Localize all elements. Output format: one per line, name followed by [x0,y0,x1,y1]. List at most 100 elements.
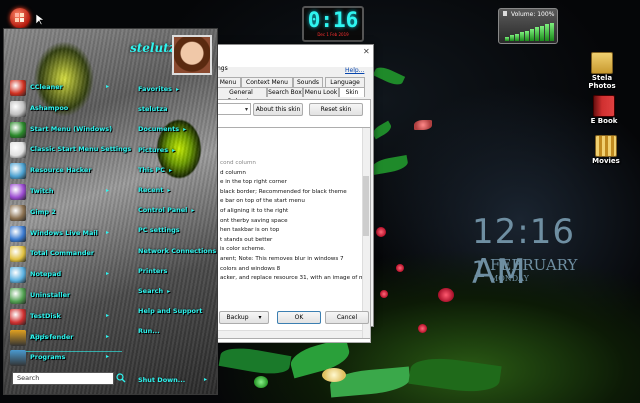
right-column-item[interactable]: Favorites ▸ [138,85,179,93]
decorative-flower [254,376,268,388]
volume-bar [510,35,514,41]
tab-context-menu[interactable]: Context Menu [241,77,293,87]
tab-language[interactable]: Language [325,77,365,87]
tab-search-box[interactable]: Search Box [267,87,303,97]
right-column-item[interactable]: Documents ▸ [138,125,186,133]
volume-bar [520,32,524,41]
pinned-item[interactable]: Notepad ▸ [10,266,125,284]
chevron-right-icon: ▸ [172,146,176,154]
menu-item-apps[interactable]: Apps ▸ [10,329,125,347]
pinned-item[interactable]: Classic Start Menu Settings [10,141,131,159]
about-skin-button[interactable]: About this skin [253,103,303,116]
decorative-flower [438,288,454,302]
skin-option-item[interactable]: d column [220,170,246,176]
pinned-item[interactable]: Gimp 2 [10,204,125,222]
desktop-icon-movies[interactable]: Movies [586,135,626,165]
pinned-item[interactable]: Uninstaller [10,287,125,305]
skin-option-item[interactable]: ont therby saving space [220,218,288,224]
skin-option-item[interactable]: of aligning it to the right [220,208,288,214]
pinned-item[interactable]: Windows Live Mail ▸ [10,225,125,243]
pinned-item[interactable]: Resource Hacker [10,162,125,180]
chevron-right-icon[interactable]: ▸ [204,376,207,383]
volume-bar [515,33,519,41]
right-column-item[interactable]: Search ▸ [138,287,170,295]
tab-sounds[interactable]: Sounds [293,77,323,87]
right-column-item[interactable]: Network Connections▸ [138,247,217,255]
folder-icon [591,52,613,74]
skin-option-item[interactable]: colors and windows 8 [220,266,280,272]
start-button[interactable] [10,8,30,28]
dialog-titlebar[interactable] [207,45,373,67]
scrollbar-thumb[interactable] [363,176,369,236]
right-column-item-label: Control Panel [138,206,188,215]
right-column-item-label: Documents [138,125,180,134]
resource-hacker-icon [10,163,26,180]
settings-icon [10,142,26,159]
right-column-item[interactable]: PC settings [138,226,180,234]
search-input[interactable]: Search [12,372,114,385]
clock-gadget[interactable]: 0:16 Dec 1 Feb 2019 [302,6,364,42]
menu-item-label: Programs [30,353,66,361]
tab-skin[interactable]: Skin [339,87,365,97]
programs-icon [10,350,26,366]
right-column-item-label: PC settings [138,226,180,235]
desktop-icon-stela-photos[interactable]: Stela Photos [582,52,622,90]
pinned-item[interactable]: Ashampoo [10,100,125,118]
shutdown-button[interactable]: Shut Down... [138,376,185,384]
volume-bar [550,22,554,41]
vertical-scrollbar[interactable] [362,128,370,338]
pinned-item[interactable]: CCleaner ▸ [10,79,125,97]
close-icon[interactable]: ✕ [363,47,370,56]
right-column-item[interactable]: Printers [138,267,167,275]
chevron-down-icon: ▾ [244,106,248,113]
reset-skin-button[interactable]: Reset skin [309,103,363,116]
pinned-item[interactable]: Twitch ▸ [10,183,125,201]
desktop-icon-ebook[interactable]: E Book [584,95,624,125]
volume-gadget[interactable]: Volume: 100% [498,8,558,44]
skin-option-item[interactable]: is color scheme. [220,246,265,252]
pinned-item-label: Uninstaller [30,291,71,299]
help-link[interactable]: Help... [345,67,364,74]
skin-option-item[interactable]: hen taskbar is on top [220,227,279,233]
right-column-item[interactable]: stelutza [138,105,168,113]
pinned-item[interactable]: Start Menu (Windows) [10,121,125,139]
tab-general-behavior[interactable]: General Behavior [215,87,267,105]
pinned-item-label: Gimp 2 [30,207,56,216]
horizontal-scrollbar[interactable] [216,330,362,338]
tab-menu-look[interactable]: Menu Look [303,87,339,97]
pinned-item[interactable]: TestDisk ▸ [10,308,125,326]
skin-options-list[interactable]: cond column d column e in the top right co… [215,127,371,339]
right-column-item[interactable]: This PC ▸ [138,166,172,174]
skin-option-item[interactable]: t stands out better [220,237,272,243]
right-column-item[interactable]: Pictures ▸ [138,146,175,154]
chevron-right-icon: ▸ [191,207,195,215]
chevron-right-icon: ▸ [175,86,179,93]
right-column-item[interactable]: Run... [138,327,160,335]
right-column-item[interactable]: Control Panel ▸ [138,206,194,214]
avatar[interactable] [172,35,212,75]
skin-option-item[interactable]: arent; Note: This removes blur in window… [220,256,344,262]
app-icon [10,100,26,117]
start-menu: stelutza CCleaner ▸ Ashampoo Start Menu (Wi… [3,28,218,395]
ok-button[interactable]: OK [277,311,321,324]
chevron-right-icon: ▸ [167,187,171,194]
skin-select[interactable]: ▾ [215,103,251,115]
notepad-icon [10,267,26,284]
cancel-button[interactable]: Cancel [325,311,369,324]
menu-item-programs[interactable]: Programs ▸ [10,349,125,367]
apps-icon [10,330,26,346]
skin-option-item[interactable]: black border; Recommended for black them… [220,189,347,195]
right-column-item[interactable]: Help and Support [138,307,202,315]
skin-option-item[interactable]: e in the top right corner [220,179,287,185]
right-column-item-label: Run... [138,327,160,336]
pinned-item-label: Start Menu (Windows) [30,124,113,133]
backup-button[interactable]: Backup ▾ [219,311,269,324]
tab-menu[interactable]: Menu [215,77,241,87]
pinned-item[interactable]: Total Commander [10,245,125,263]
search-icon[interactable] [116,373,126,383]
skin-option-item[interactable]: acker, and replace resource 31, with an … [220,275,370,281]
chevron-right-icon: ▸ [106,353,110,360]
skin-option-item[interactable]: e bar on top of the start menu [220,198,305,204]
right-column-item[interactable]: Recent ▸ [138,186,170,194]
skin-option-item[interactable]: cond column [220,160,256,166]
